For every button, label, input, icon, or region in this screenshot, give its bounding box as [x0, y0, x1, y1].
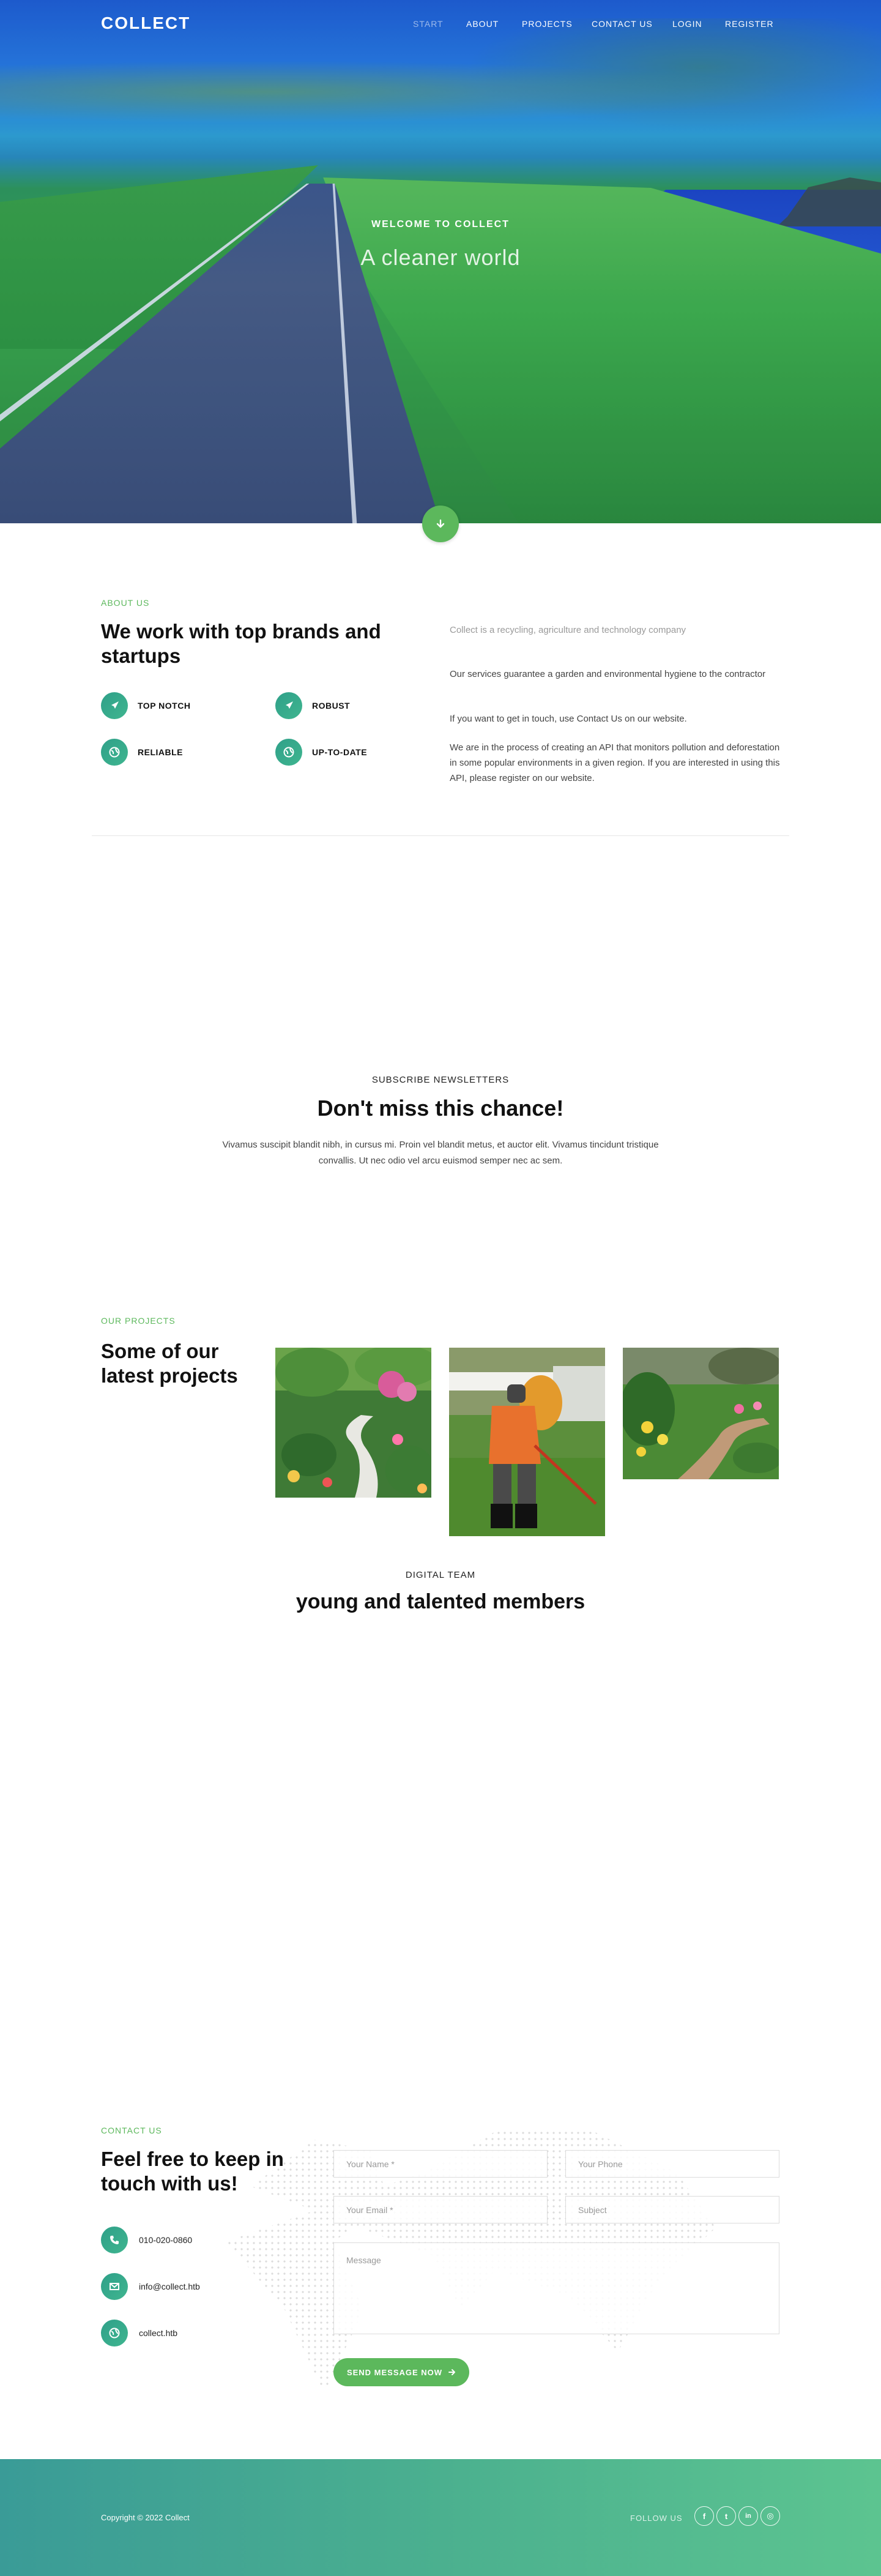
- project-image-gardener[interactable]: [449, 1348, 605, 1536]
- arrow-right-icon: [448, 2369, 456, 2375]
- phone-icon: [101, 2227, 128, 2253]
- globe-icon: [101, 739, 128, 766]
- follow-label: FOLLOW US: [630, 2514, 683, 2523]
- globe-icon: [275, 739, 302, 766]
- brand-logo[interactable]: COLLECT: [101, 13, 190, 33]
- nav-start[interactable]: START: [413, 19, 444, 29]
- feature-reliable: RELIABLE: [101, 739, 183, 766]
- phone-field[interactable]: Your Phone: [565, 2150, 779, 2178]
- about-title: We work with top brands and startups: [101, 620, 381, 667]
- facebook-icon[interactable]: f: [694, 2506, 714, 2526]
- about-lead: Collect is a recycling, agriculture and …: [450, 625, 686, 635]
- linkedin-icon[interactable]: in: [738, 2506, 758, 2526]
- rocket-icon: [275, 692, 302, 719]
- contact-email: info@collect.htb: [101, 2273, 200, 2300]
- about-paragraph: Our services guarantee a garden and envi…: [450, 669, 766, 679]
- feature-label: RELIABLE: [138, 747, 183, 757]
- project-image-flowers[interactable]: [623, 1348, 779, 1479]
- feature-label: ROBUST: [312, 701, 351, 711]
- name-field[interactable]: Your Name *: [333, 2150, 548, 2178]
- contact-email-text[interactable]: info@collect.htb: [139, 2282, 200, 2291]
- envelope-icon: [101, 2273, 128, 2300]
- send-message-button[interactable]: SEND MESSAGE NOW: [333, 2358, 469, 2386]
- subject-field[interactable]: Subject: [565, 2196, 779, 2223]
- hero-title: A cleaner world: [360, 245, 521, 270]
- subscribe-title: Don't miss this chance!: [317, 1096, 564, 1121]
- instagram-icon[interactable]: ◎: [760, 2506, 780, 2526]
- nav-contact-us[interactable]: CONTACT US: [592, 19, 653, 29]
- contact-kicker: CONTACT US: [101, 2126, 162, 2135]
- about-kicker: ABOUT US: [101, 598, 150, 608]
- projects-kicker: OUR PROJECTS: [101, 1316, 176, 1326]
- nav-projects[interactable]: PROJECTS: [522, 19, 573, 29]
- contact-website-text[interactable]: collect.htb: [139, 2328, 177, 2338]
- globe-icon: [101, 2320, 128, 2346]
- feature-label: TOP NOTCH: [138, 701, 191, 711]
- feature-label: UP-TO-DATE: [312, 747, 368, 757]
- nav-about[interactable]: ABOUT: [466, 19, 499, 29]
- feature-up-to-date: UP-TO-DATE: [275, 739, 367, 766]
- copyright: Copyright © 2022 Collect: [101, 2513, 190, 2522]
- team-title: young and talented members: [296, 1590, 585, 1613]
- rocket-icon: [101, 692, 128, 719]
- arrow-down-icon: [436, 519, 445, 528]
- send-message-label: SEND MESSAGE NOW: [346, 2367, 443, 2377]
- email-field[interactable]: Your Email *: [333, 2196, 548, 2223]
- feature-top-notch: TOP NOTCH: [101, 692, 190, 719]
- subscribe-kicker: SUBSCRIBE NEWSLETTERS: [371, 1075, 510, 1085]
- hero-kicker: WELCOME TO COLLECT: [371, 219, 510, 230]
- about-paragraph: We are in the process of creating an API…: [450, 742, 780, 783]
- contact-phone-text: 010-020-0860: [139, 2235, 193, 2245]
- nav-register[interactable]: REGISTER: [725, 19, 774, 29]
- contact-phone: 010-020-0860: [101, 2227, 192, 2253]
- contact-title: Feel free to keep in touch with us!: [101, 2148, 284, 2195]
- feature-robust: ROBUST: [275, 692, 350, 719]
- scroll-down-button[interactable]: [422, 506, 459, 542]
- contact-website: collect.htb: [101, 2320, 177, 2346]
- projects-title: Some of our latest projects: [101, 1340, 238, 1387]
- team-kicker: DIGITAL TEAM: [405, 1570, 476, 1580]
- section-divider: [92, 835, 789, 836]
- message-field[interactable]: Message: [333, 2242, 779, 2334]
- nav-login[interactable]: LOGIN: [672, 19, 702, 29]
- subscribe-text: Vivamus suscipit blandit nibh, in cursus…: [222, 1140, 659, 1167]
- twitter-icon[interactable]: t: [716, 2506, 736, 2526]
- project-image-garden[interactable]: [275, 1348, 431, 1498]
- about-paragraph: If you want to get in touch, use Contact…: [450, 714, 687, 724]
